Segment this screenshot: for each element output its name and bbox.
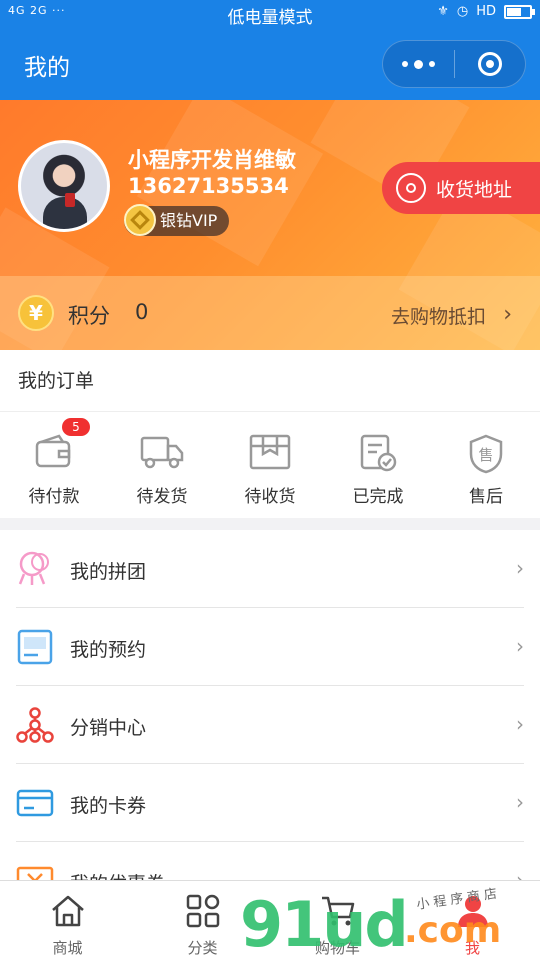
status-bar: 4G 2G ··· 低电量模式 ⚜ ◷ HD bbox=[0, 0, 540, 28]
points-label: 积分 bbox=[68, 304, 110, 328]
truck-icon bbox=[140, 436, 184, 469]
target-icon bbox=[477, 52, 502, 76]
menu-item-group-buy[interactable]: 我的拼团 › bbox=[0, 530, 540, 608]
points-value: 0 bbox=[135, 300, 149, 324]
home-icon bbox=[51, 895, 84, 927]
chevron-right-icon: › bbox=[516, 712, 524, 736]
order-status-label: 待发货 bbox=[136, 487, 188, 507]
more-dot-icon bbox=[401, 61, 408, 67]
unpaid-count-badge: 5 bbox=[62, 418, 90, 436]
menu-item-label: 我的预约 bbox=[70, 639, 147, 661]
coupon-icon bbox=[16, 866, 54, 880]
bell-icon: ⚜ bbox=[437, 4, 449, 19]
tab-cart[interactable]: 购物车 bbox=[270, 881, 405, 960]
category-icon bbox=[186, 894, 219, 928]
menu-item-label: 我的拼团 bbox=[70, 561, 147, 583]
battery-icon bbox=[504, 4, 535, 19]
menu-item-label: 我的卡券 bbox=[70, 795, 147, 817]
tab-me[interactable]: 我 bbox=[405, 881, 540, 960]
orders-title[interactable]: 我的订单 bbox=[0, 350, 540, 412]
order-pending-shipment[interactable]: 待发货 bbox=[108, 412, 216, 518]
location-pin-icon bbox=[396, 173, 426, 203]
nav-bar: 我的 bbox=[0, 28, 540, 100]
tab-label: 我 bbox=[464, 939, 480, 957]
my-orders-section: 我的订单 5 待付款 待发货 待收货 已完成 售 售后 bbox=[0, 350, 540, 518]
tab-label: 分类 bbox=[187, 939, 218, 957]
chevron-right-icon: › bbox=[516, 556, 524, 580]
order-status-label: 已完成 bbox=[352, 487, 404, 507]
page-title: 我的 bbox=[24, 55, 70, 81]
avatar[interactable] bbox=[18, 140, 110, 232]
status-right: ⚜ ◷ HD bbox=[437, 4, 535, 19]
vip-medal-icon bbox=[124, 204, 156, 236]
coin-icon: ¥ bbox=[18, 295, 54, 331]
points-redeem-link[interactable]: 去购物抵扣 bbox=[391, 302, 486, 329]
order-pending-receipt[interactable]: 待收货 bbox=[216, 412, 324, 518]
order-status-label: 售后 bbox=[469, 487, 503, 507]
menu-item-label: 分销中心 bbox=[70, 717, 147, 739]
user-icon bbox=[457, 896, 488, 927]
more-dot-icon bbox=[413, 59, 423, 69]
tab-mall[interactable]: 商城 bbox=[0, 881, 135, 960]
reservation-icon bbox=[17, 629, 53, 665]
vip-label: 银钻VIP bbox=[160, 211, 218, 230]
tab-category[interactable]: 分类 bbox=[135, 881, 270, 960]
address-button[interactable]: 收货地址 bbox=[382, 162, 540, 214]
more-menu-button[interactable] bbox=[383, 41, 454, 87]
points-bar[interactable]: ¥ 积分 0 去购物抵扣 › bbox=[0, 276, 540, 350]
miniprogram-capsule bbox=[382, 40, 526, 88]
network-icon bbox=[16, 707, 54, 743]
done-document-icon bbox=[360, 434, 397, 472]
hd-label: HD bbox=[476, 4, 496, 19]
order-status-row: 5 待付款 待发货 待收货 已完成 售 售后 bbox=[0, 412, 540, 518]
address-button-label: 收货地址 bbox=[436, 178, 513, 201]
alarm-icon: ◷ bbox=[456, 4, 469, 19]
profile-header: 小程序开发肖维敏 13627135534 银钻VIP 收货地址 ¥ 积分 0 去… bbox=[0, 100, 540, 350]
menu-item-card-voucher[interactable]: 我的卡券 › bbox=[0, 764, 540, 842]
user-name: 小程序开发肖维敏 bbox=[128, 148, 296, 172]
menu-item-distribution[interactable]: 分销中心 › bbox=[0, 686, 540, 764]
menu-item-reservation[interactable]: 我的预约 › bbox=[0, 608, 540, 686]
shield-icon: 售 bbox=[469, 434, 503, 474]
wallet-icon bbox=[35, 434, 71, 468]
chevron-right-icon: › bbox=[516, 790, 524, 814]
vip-badge[interactable]: 银钻VIP bbox=[124, 204, 230, 236]
order-status-label: 待收货 bbox=[244, 487, 296, 507]
cart-icon bbox=[321, 896, 354, 926]
card-icon bbox=[16, 789, 54, 817]
after-sales-glyph: 售 bbox=[478, 446, 493, 464]
more-dot-icon bbox=[428, 61, 435, 67]
order-status-label: 待付款 bbox=[28, 487, 80, 507]
tab-bar: 商城 分类 购物车 我 bbox=[0, 880, 540, 960]
chevron-right-icon: › bbox=[516, 868, 524, 880]
close-miniprogram-button[interactable] bbox=[455, 41, 526, 87]
box-icon bbox=[249, 434, 291, 470]
chevron-right-icon: › bbox=[503, 302, 512, 327]
order-completed[interactable]: 已完成 bbox=[324, 412, 432, 518]
chevron-right-icon: › bbox=[516, 634, 524, 658]
group-icon bbox=[18, 551, 49, 585]
order-after-sales[interactable]: 售 售后 bbox=[432, 412, 540, 518]
menu-list: 我的拼团 › 我的预约 › 分销中心 › 我的卡券 › › bbox=[0, 530, 540, 880]
order-pending-payment[interactable]: 5 待付款 bbox=[0, 412, 108, 518]
menu-item-coupon[interactable]: 我的优惠券 › bbox=[0, 842, 540, 880]
menu-item-label: 我的优惠券 bbox=[70, 869, 165, 880]
tab-label: 商城 bbox=[52, 939, 83, 957]
tab-label: 购物车 bbox=[314, 939, 360, 957]
user-phone: 13627135534 bbox=[128, 174, 289, 198]
